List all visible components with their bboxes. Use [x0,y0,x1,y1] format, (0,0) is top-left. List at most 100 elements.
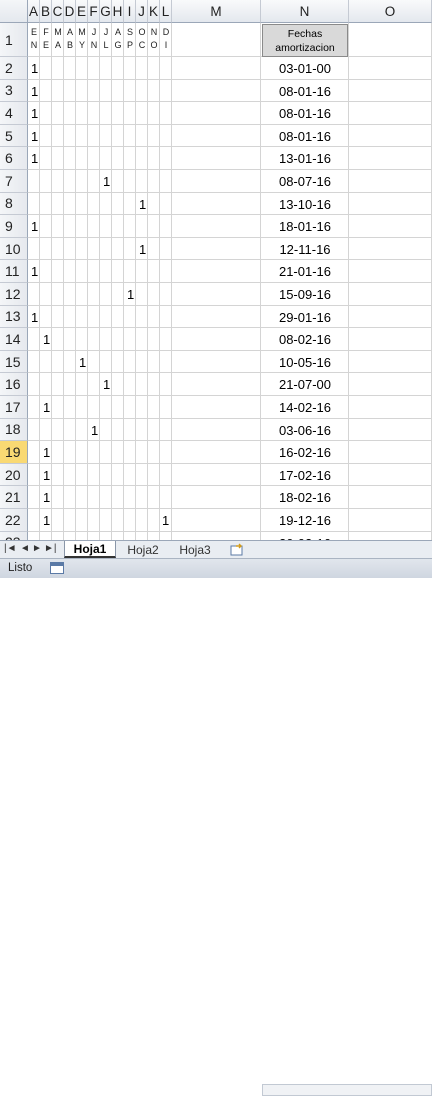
column-header-k[interactable]: K [148,0,160,23]
row-header-1[interactable]: 1 [0,23,28,57]
cell-a5[interactable]: 1 [31,130,38,143]
column-header-c[interactable]: C [52,0,64,23]
cell-a4[interactable]: 1 [31,107,38,120]
cell-b19[interactable]: 1 [43,446,50,459]
cell-e15[interactable]: 1 [79,356,86,369]
row-header-9[interactable]: 9 [0,215,28,238]
cell-l22[interactable]: 1 [162,514,169,527]
cell-a2[interactable]: 1 [31,62,38,75]
grid-line [28,508,432,509]
row-header-4[interactable]: 4 [0,102,28,125]
column-header-l[interactable]: L [160,0,172,23]
date-cell-n10[interactable]: 12-11-16 [261,242,349,257]
row-header-19[interactable]: 19 [0,441,28,464]
row-header-8[interactable]: 8 [0,192,28,216]
row-header-18[interactable]: 18 [0,418,28,442]
date-cell-n8[interactable]: 13-10-16 [261,197,349,212]
cell-b20[interactable]: 1 [43,469,50,482]
date-cell-n21[interactable]: 18-02-16 [261,490,349,505]
date-cell-n15[interactable]: 10-05-16 [261,355,349,370]
cell-g7[interactable]: 1 [103,175,110,188]
date-cell-n20[interactable]: 17-02-16 [261,468,349,483]
cell-a13[interactable]: 1 [31,311,38,324]
date-cell-n22[interactable]: 19-12-16 [261,513,349,528]
column-header-e[interactable]: E [76,0,88,23]
date-cell-n6[interactable]: 13-01-16 [261,151,349,166]
cell-j10[interactable]: 1 [139,243,146,256]
row-header-23[interactable]: 23 [0,531,28,540]
row-header-15[interactable]: 15 [0,350,28,374]
column-header-f[interactable]: F [88,0,100,23]
column-header-d[interactable]: D [64,0,76,23]
date-cell-n7[interactable]: 08-07-16 [261,174,349,189]
date-cell-n2[interactable]: 03-01-00 [261,61,349,76]
date-cell-n3[interactable]: 08-01-16 [261,84,349,99]
cell-f18[interactable]: 1 [91,424,98,437]
cell-b22[interactable]: 1 [43,514,50,527]
column-header-i[interactable]: I [124,0,136,23]
cell-b21[interactable]: 1 [43,491,50,504]
cell-a6[interactable]: 1 [31,152,38,165]
row-header-10[interactable]: 10 [0,237,28,261]
month-abbrev-letter: M [78,27,86,37]
grid-line [28,123,432,125]
date-cell-n11[interactable]: 21-01-16 [261,264,349,279]
date-cell-n14[interactable]: 08-02-16 [261,332,349,347]
row-header-11[interactable]: 11 [0,260,28,283]
row-header-2[interactable]: 2 [0,57,28,80]
row-header-3[interactable]: 3 [0,79,28,103]
row-header-17[interactable]: 17 [0,396,28,419]
column-header-n[interactable]: N [261,0,349,23]
first-sheet-button[interactable]: |◄ [4,543,17,554]
row-header-13[interactable]: 13 [0,305,28,329]
last-sheet-button[interactable]: ►| [44,543,57,554]
column-header-a[interactable]: A [28,0,40,23]
date-cell-n19[interactable]: 16-02-16 [261,445,349,460]
insert-sheet-icon[interactable] [226,541,248,558]
cell-b14[interactable]: 1 [43,333,50,346]
select-all-corner[interactable] [0,0,28,23]
next-sheet-button[interactable]: ► [32,543,42,554]
date-cell-n12[interactable]: 15-09-16 [261,287,349,302]
row-header-16[interactable]: 16 [0,373,28,396]
cell-b17[interactable]: 1 [43,401,50,414]
tab-hoja2[interactable]: Hoja2 [118,541,168,558]
horizontal-scrollbar[interactable] [262,1084,432,1096]
column-header-o[interactable]: O [349,0,432,23]
tab-hoja3[interactable]: Hoja3 [170,541,220,558]
date-cell-n5[interactable]: 08-01-16 [261,129,349,144]
spreadsheet-grid[interactable]: ABCDEFGHIJKLMNO1ENFEMAABMYJNJLAGSPOCNODI… [0,0,432,540]
row-header-20[interactable]: 20 [0,463,28,487]
month-abbrev-letter: C [138,40,146,50]
cell-g16[interactable]: 1 [103,378,110,391]
row-header-7[interactable]: 7 [0,170,28,193]
date-cell-n9[interactable]: 18-01-16 [261,219,349,234]
date-cell-n13[interactable]: 29-01-16 [261,310,349,325]
month-abbrev-letter: J [103,27,109,37]
column-header-g[interactable]: G [100,0,112,23]
tab-hoja1[interactable]: Hoja1 [64,541,116,558]
row-header-22[interactable]: 22 [0,509,28,532]
month-abbrev-letter: G [114,40,122,50]
date-cell-n17[interactable]: 14-02-16 [261,400,349,415]
date-cell-n4[interactable]: 08-01-16 [261,106,349,121]
prev-sheet-button[interactable]: ◄ [20,543,30,554]
cell-a3[interactable]: 1 [31,85,38,98]
date-cell-n16[interactable]: 21-07-00 [261,377,349,392]
cell-j8[interactable]: 1 [139,198,146,211]
column-header-j[interactable]: J [136,0,148,23]
row-header-21[interactable]: 21 [0,486,28,509]
cell-a11[interactable]: 1 [31,265,38,278]
column-header-h[interactable]: H [112,0,124,23]
cell-a9[interactable]: 1 [31,220,38,233]
cell-i12[interactable]: 1 [127,288,134,301]
fechas-amortizacion-header[interactable]: Fechas amortizacion [262,24,348,57]
column-header-m[interactable]: M [172,0,261,23]
date-cell-n18[interactable]: 03-06-16 [261,423,349,438]
macro-record-icon[interactable] [50,562,64,574]
column-header-b[interactable]: B [40,0,52,23]
row-header-6[interactable]: 6 [0,147,28,170]
row-header-14[interactable]: 14 [0,328,28,351]
row-header-5[interactable]: 5 [0,124,28,148]
row-header-12[interactable]: 12 [0,283,28,306]
